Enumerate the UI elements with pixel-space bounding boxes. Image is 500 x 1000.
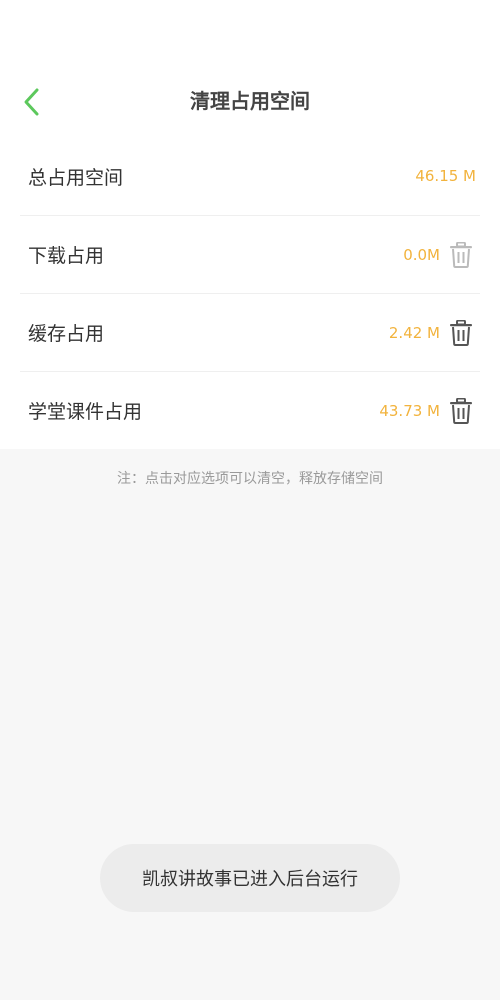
row-label: 缓存占用 (28, 323, 105, 345)
storage-list: 总占用空间 46.15 M 下载占用 0.0M 缓存占用 2.42 M 学堂课件… (0, 137, 500, 449)
row-value: 43.73 M (379, 401, 440, 420)
row-value: 0.0M (403, 245, 440, 264)
hint-note: 注：点击对应选项可以清空，释放存储空间 (117, 471, 383, 487)
nav-header: 清理占用空间 (0, 60, 500, 142)
content-panel: 清理占用空间 总占用空间 46.15 M 下载占用 0.0M 缓存占用 2.42… (0, 0, 500, 449)
row-total-storage: 总占用空间 46.15 M (20, 137, 480, 215)
row-label: 学堂课件占用 (28, 401, 143, 423)
row-courseware-storage[interactable]: 学堂课件占用 43.73 M (20, 371, 480, 449)
storage-cleanup-screen: 清理占用空间 总占用空间 46.15 M 下载占用 0.0M 缓存占用 2.42… (0, 0, 500, 1000)
row-label: 下载占用 (28, 245, 105, 267)
back-button[interactable] (14, 84, 50, 120)
row-label: 总占用空间 (28, 166, 124, 189)
row-value: 46.15 M (415, 167, 476, 185)
trash-icon[interactable] (448, 241, 474, 268)
trash-icon[interactable] (448, 319, 474, 346)
page-title: 清理占用空间 (190, 89, 310, 113)
toast-message: 凯叔讲故事已进入后台运行 (100, 844, 400, 912)
row-download-storage[interactable]: 下载占用 0.0M (20, 215, 480, 293)
row-cache-storage[interactable]: 缓存占用 2.42 M (20, 293, 480, 371)
row-value: 2.42 M (388, 323, 440, 342)
chevron-left-icon (24, 88, 39, 116)
trash-icon[interactable] (448, 397, 474, 424)
